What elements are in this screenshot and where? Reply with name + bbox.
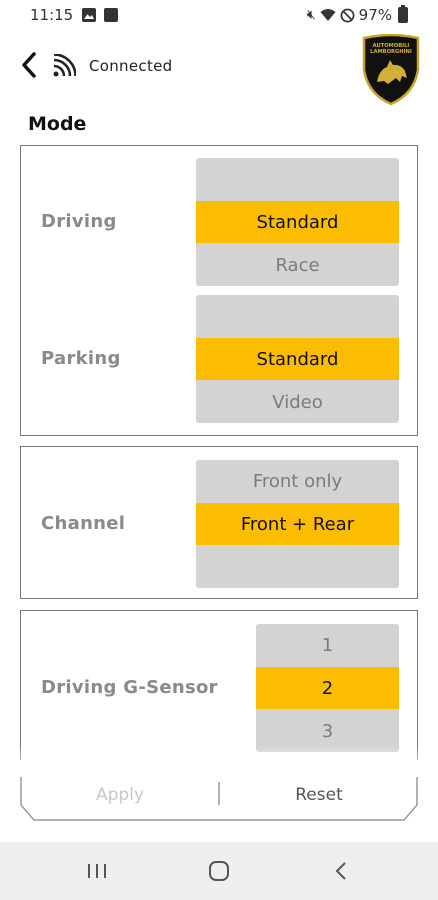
parking-option-standard[interactable]: Standard [196, 338, 399, 380]
status-notification-icons [82, 8, 118, 22]
status-bar: 11:15 🔇︎ 97% [0, 0, 438, 32]
mode-card: Driving Standard Race Parking Standard V… [20, 145, 418, 436]
mode-section-title: Mode [28, 113, 87, 135]
gallery-notification-icon [82, 8, 96, 22]
wifi-connection-icon [53, 54, 76, 77]
recent-apps-icon [88, 864, 106, 878]
mute-icon: 🔇︎ [306, 7, 316, 23]
battery-icon [398, 5, 408, 23]
driving-option-empty[interactable] [196, 158, 399, 200]
status-system-icons: 🔇︎ 97% [306, 5, 408, 24]
lamborghini-logo: AUTOMOBILI LAMBORGHINI [362, 34, 420, 106]
recent-apps-button[interactable] [77, 856, 117, 886]
channel-option-front-only[interactable]: Front only [196, 460, 399, 502]
parking-label: Parking [41, 348, 121, 369]
do-not-disturb-icon [340, 8, 355, 22]
home-icon [209, 861, 229, 881]
gsensor-picker[interactable]: 1 2 3 [256, 624, 399, 752]
parking-mode-picker[interactable]: Standard Video [196, 295, 399, 423]
connection-status: Connected [89, 57, 173, 75]
gsensor-option-2[interactable]: 2 [256, 667, 399, 709]
back-arrow-icon [335, 862, 346, 880]
svg-text:LAMBORGHINI: LAMBORGHINI [370, 49, 412, 55]
gsensor-option-1[interactable]: 1 [256, 624, 399, 666]
system-back-button[interactable] [321, 856, 361, 886]
action-bar: Apply Reset [20, 775, 418, 821]
battery-percent: 97% [358, 6, 392, 24]
apply-button[interactable]: Apply [20, 775, 220, 815]
app-header: Connected AUTOMOBILI LAMBORGHINI [0, 32, 438, 106]
gsensor-label: Driving G-Sensor [41, 677, 218, 698]
driving-option-race[interactable]: Race [196, 244, 399, 286]
gsensor-card: Driving G-Sensor 1 2 3 [20, 610, 418, 760]
status-time: 11:15 [30, 6, 74, 24]
channel-label: Channel [41, 513, 126, 534]
channel-picker[interactable]: Front only Front + Rear [196, 460, 399, 588]
channel-option-front-rear[interactable]: Front + Rear [196, 503, 399, 545]
back-button[interactable] [16, 50, 42, 80]
channel-card: Channel Front only Front + Rear [20, 446, 418, 599]
parking-option-empty[interactable] [196, 295, 399, 337]
driving-mode-picker[interactable]: Standard Race [196, 158, 399, 286]
chevron-left-icon [22, 52, 36, 78]
reset-button[interactable]: Reset [220, 775, 418, 815]
channel-option-empty[interactable] [196, 546, 399, 588]
parking-option-video[interactable]: Video [196, 381, 399, 423]
system-nav-bar [0, 842, 438, 900]
home-button[interactable] [199, 856, 239, 886]
driving-label: Driving [41, 211, 117, 232]
wifi-status-icon [320, 9, 336, 21]
app-notification-icon [104, 8, 118, 22]
driving-option-standard[interactable]: Standard [196, 201, 399, 243]
